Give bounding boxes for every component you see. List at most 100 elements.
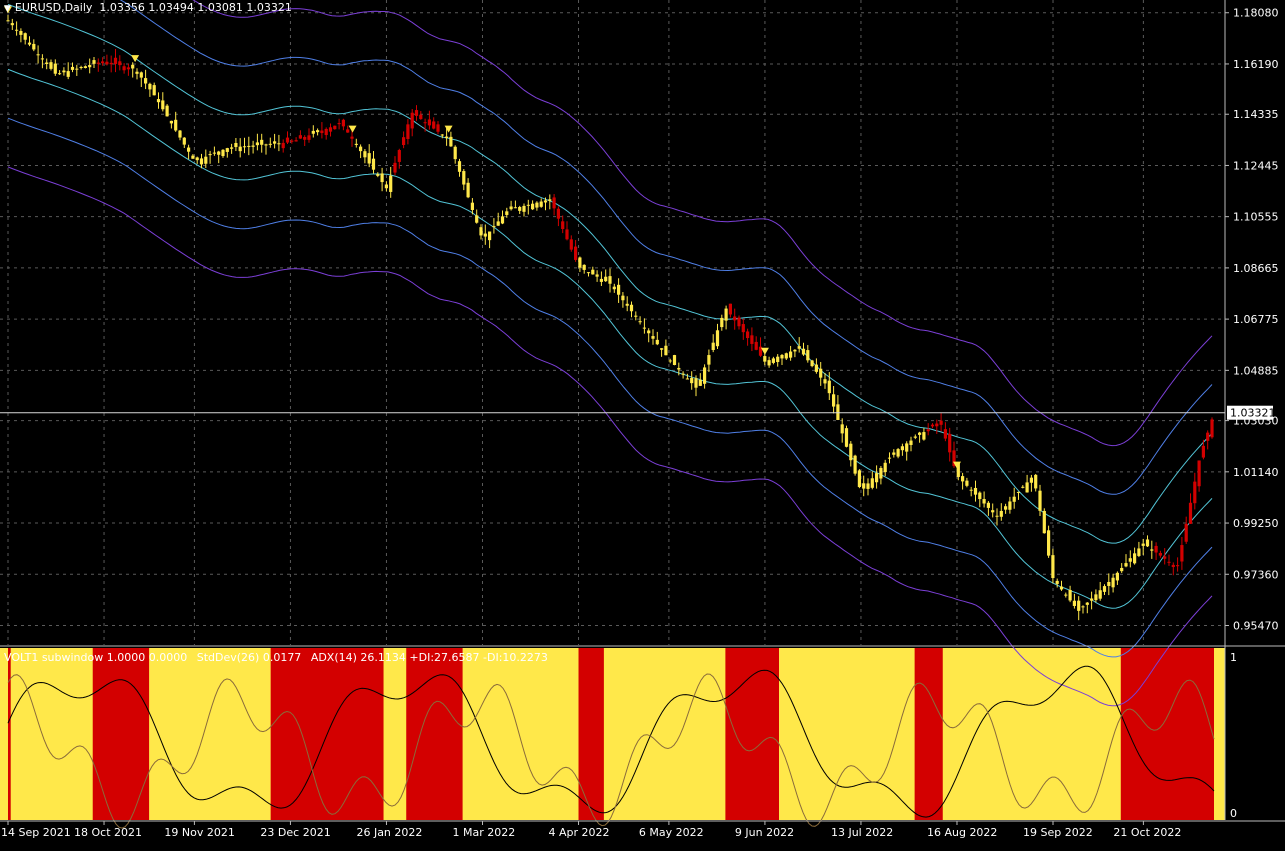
candle-body: [746, 331, 750, 339]
candle-body: [268, 143, 272, 145]
candle-body: [595, 274, 599, 277]
x-tick-label: 23 Dec 2021: [260, 826, 330, 839]
candle-body: [681, 373, 685, 375]
candle-body: [410, 112, 414, 129]
candle-body: [943, 429, 947, 439]
candle-body: [599, 278, 603, 282]
candle-body: [1193, 481, 1197, 504]
candle-body: [62, 70, 66, 73]
candle-body: [101, 61, 105, 64]
candle-body: [294, 140, 298, 142]
candle-body: [32, 43, 36, 50]
candle-body: [58, 73, 62, 75]
candle-body: [625, 303, 629, 306]
candle-body: [698, 379, 702, 386]
candle-body: [1154, 545, 1158, 553]
candle-body: [887, 457, 892, 459]
x-tick-label: 26 Jan 2022: [356, 826, 422, 839]
candle-body: [986, 502, 990, 508]
candle-body: [561, 221, 565, 229]
candle-body: [715, 330, 720, 347]
dropdown-triangle-icon[interactable]: ▼: [4, 4, 11, 14]
candle-body: [397, 150, 401, 162]
candle-body: [1047, 530, 1051, 556]
candle-body: [1072, 600, 1076, 606]
candle-body: [445, 136, 449, 139]
candle-body: [505, 211, 509, 215]
candle-body: [1141, 543, 1145, 546]
candle-body: [384, 184, 388, 189]
candle-body: [1210, 419, 1214, 438]
candle-body: [832, 394, 836, 407]
candle-body: [905, 443, 909, 452]
candle-body: [316, 130, 320, 133]
candle-body: [569, 239, 573, 250]
candle-body: [935, 423, 939, 427]
candle-body: [875, 473, 879, 483]
candle-body: [427, 119, 431, 126]
candle-body: [1021, 486, 1025, 488]
candle-body: [638, 321, 642, 323]
candle-body: [827, 380, 831, 394]
y-tick-label: 0.99250: [1233, 517, 1279, 530]
candle-body: [694, 378, 698, 388]
candle-body: [389, 175, 393, 192]
candle-body: [290, 140, 294, 142]
candle-body: [948, 433, 952, 453]
candle-body: [513, 207, 517, 209]
candle-body: [337, 123, 341, 125]
candle-body: [1081, 606, 1085, 608]
candle-body: [1184, 523, 1188, 542]
candle-body: [36, 54, 40, 56]
candle-body: [169, 120, 173, 124]
candle-body: [126, 67, 130, 70]
candle-body: [531, 203, 535, 210]
candle-body: [346, 129, 350, 133]
candle-body: [66, 71, 70, 77]
candle-body: [784, 353, 788, 359]
candle-body: [195, 157, 199, 161]
down-arrow-icon: [760, 347, 769, 355]
candle-body: [131, 64, 135, 69]
candle-body: [191, 155, 195, 159]
candle-body: [298, 135, 302, 139]
candle-body: [457, 161, 462, 172]
candle-body: [776, 356, 780, 363]
sub-scale-bottom: 0: [1230, 807, 1237, 820]
candle-body: [883, 462, 887, 473]
candle-body: [741, 324, 745, 333]
candle-body: [1008, 501, 1012, 510]
candle-body: [475, 215, 479, 223]
candle-body: [999, 510, 1003, 517]
candle-body: [1016, 491, 1021, 493]
y-tick-label: 1.18080: [1233, 7, 1279, 20]
candle-body: [840, 424, 844, 434]
x-tick-label: 19 Sep 2022: [1023, 826, 1093, 839]
candle-body: [453, 146, 457, 160]
zone-bear: [725, 648, 780, 820]
candle-body: [1158, 552, 1162, 556]
y-tick-label: 1.16190: [1233, 58, 1279, 71]
candle-body: [376, 174, 380, 176]
candle-body: [1197, 460, 1201, 487]
candle-body: [328, 127, 333, 132]
candle-body: [96, 62, 100, 64]
candle-body: [1090, 598, 1094, 601]
x-tick-label: 9 Jun 2022: [735, 826, 794, 839]
candle-body: [152, 85, 156, 96]
candle-body: [1111, 577, 1115, 588]
down-arrow-icon: [131, 55, 140, 63]
candle-body: [320, 130, 324, 134]
candle-body: [118, 61, 122, 66]
candle-body: [341, 119, 345, 127]
candle-body: [961, 476, 965, 482]
candle-body: [393, 162, 397, 173]
candle-body: [1068, 589, 1072, 601]
candle-body: [247, 145, 251, 147]
candle-body: [1034, 474, 1038, 489]
candle-body: [604, 276, 608, 282]
candle-body: [668, 360, 672, 362]
candle-body: [432, 121, 436, 129]
candle-body: [1029, 477, 1033, 483]
x-tick-label: 14 Sep 2021: [1, 826, 71, 839]
